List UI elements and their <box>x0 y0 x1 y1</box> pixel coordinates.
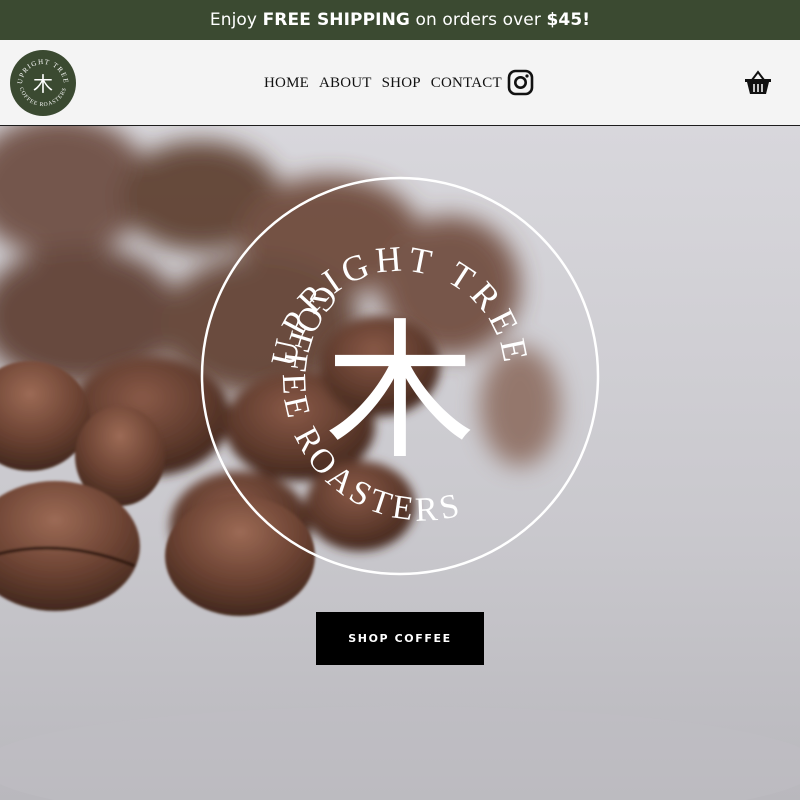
announcement-middle: on orders over <box>409 10 547 30</box>
nav-about[interactable]: ABOUT <box>319 75 372 92</box>
nav-shop[interactable]: SHOP <box>382 75 421 92</box>
hero-section: UPRIGHT TREE COFFEE ROASTERS 木 SHOP COFF… <box>0 126 800 800</box>
basket-icon[interactable] <box>744 69 772 96</box>
announcement-prefix: Enjoy <box>209 10 263 30</box>
announcement-bar: Enjoy FREE SHIPPING on orders over $45! <box>0 0 800 40</box>
shop-coffee-button[interactable]: SHOP COFFEE <box>316 612 484 665</box>
hero-brand-emblem: UPRIGHT TREE COFFEE ROASTERS 木 <box>200 176 600 576</box>
announcement-highlight: FREE SHIPPING <box>262 10 410 30</box>
emblem-symbol: 木 <box>325 306 475 480</box>
main-nav: HOME ABOUT SHOP CONTACT <box>264 68 512 98</box>
instagram-icon[interactable] <box>507 69 534 96</box>
logo-symbol: 木 <box>33 72 53 96</box>
brand-logo[interactable]: UPRIGHT TREE COFFEE ROASTERS 木 <box>10 50 76 116</box>
site-header: UPRIGHT TREE COFFEE ROASTERS 木 HOME ABOU… <box>0 40 800 126</box>
announcement-amount: $45! <box>546 10 591 30</box>
brand-logo-emblem: UPRIGHT TREE COFFEE ROASTERS 木 <box>16 58 69 108</box>
nav-home[interactable]: HOME <box>264 75 309 92</box>
nav-contact[interactable]: CONTACT <box>431 75 502 92</box>
